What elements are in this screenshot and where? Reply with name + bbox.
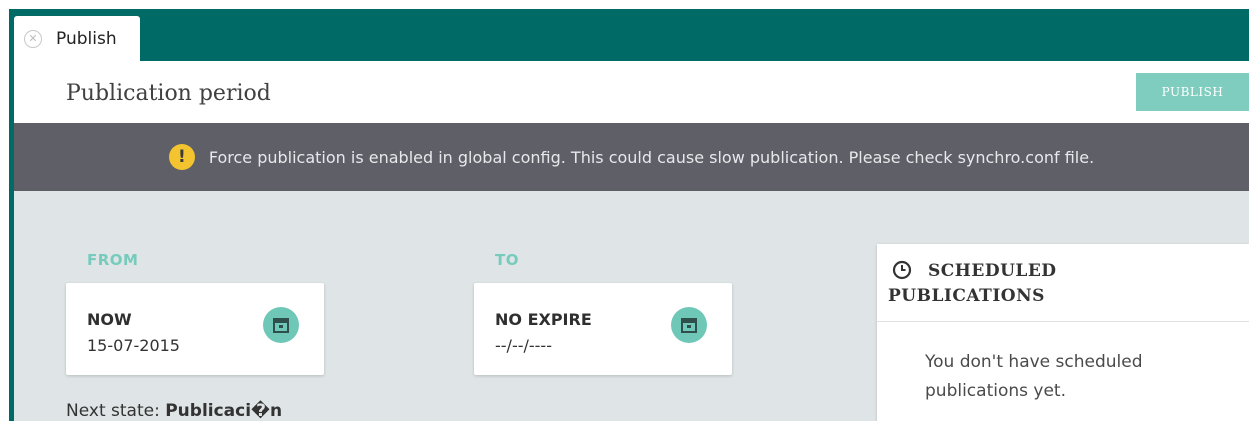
next-state-label: Next state:: [66, 401, 160, 421]
next-state-value: Publicaci�n: [165, 401, 283, 421]
publish-window: ✕ Publish Publication period PUBLISH ! F…: [9, 9, 1249, 421]
from-date-value: 15-07-2015: [87, 336, 180, 355]
to-date-card[interactable]: NO EXPIRE --/--/----: [474, 283, 732, 375]
warning-text: Force publication is enabled in global c…: [208, 147, 1095, 167]
publish-button[interactable]: PUBLISH: [1136, 73, 1249, 111]
page-title: Publication period: [66, 81, 271, 106]
publish-panel: Publication period PUBLISH ! Force publi…: [14, 61, 1249, 421]
from-date-card[interactable]: NOW 15-07-2015: [66, 283, 324, 375]
exclamation-icon: !: [168, 144, 195, 170]
scheduled-empty-message: You don't have scheduled publications ye…: [925, 352, 1143, 401]
warning-banner: ! Force publication is enabled in global…: [14, 123, 1249, 191]
to-label: TO: [495, 251, 519, 269]
scheduled-header: SCHEDULED PUBLICATIONS: [877, 244, 1249, 322]
calendar-icon[interactable]: [671, 307, 707, 343]
scheduled-title: SCHEDULED PUBLICATIONS: [888, 261, 1057, 306]
close-icon[interactable]: ✕: [24, 29, 42, 48]
scheduled-publications-card: SCHEDULED PUBLICATIONS You don't have sc…: [877, 244, 1249, 421]
to-title: NO EXPIRE: [495, 310, 592, 329]
tab-label: Publish: [56, 28, 117, 49]
to-date-value: --/--/----: [495, 336, 552, 355]
next-state: Next state: Publicaci�n: [66, 401, 282, 421]
from-title: NOW: [87, 310, 132, 329]
calendar-icon[interactable]: [263, 307, 299, 343]
panel-header: Publication period PUBLISH: [14, 61, 1249, 123]
tab-publish[interactable]: ✕ Publish: [14, 16, 140, 61]
from-label: FROM: [87, 251, 139, 269]
